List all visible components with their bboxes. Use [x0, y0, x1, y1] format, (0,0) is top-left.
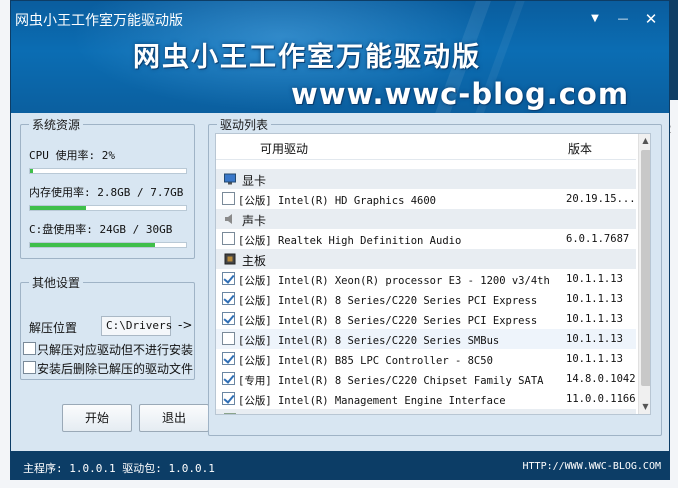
category-row-board[interactable]: 主板 — [216, 249, 636, 269]
driver-list-scrollbar[interactable]: ▲ ▼ — [638, 134, 650, 414]
driver-name: [公版] Intel(R) HD Graphics 4600 — [238, 195, 437, 207]
banner: 网虫小王工作室万能驱动版 ▼ — ✕ 网虫小王工作室万能驱动版 www.wwc-… — [11, 1, 669, 113]
driver-checkbox[interactable] — [222, 292, 235, 305]
speaker-icon — [225, 214, 232, 224]
scrollbar-thumb[interactable] — [641, 150, 650, 386]
driver-checkbox[interactable] — [222, 392, 235, 405]
menu-dropdown-button[interactable]: ▼ — [585, 9, 605, 29]
driver-version: 11.0.0.1166 — [566, 393, 636, 405]
driver-version: 10.1.1.13 — [566, 293, 623, 305]
driver-version: 14.8.0.1042 — [566, 373, 636, 385]
driver-version: 10.1.1.13 — [566, 313, 623, 325]
driver-checkbox[interactable] — [222, 312, 235, 325]
driver-list-group: 驱动列表 可用驱动 版本 显卡 [公版] Intel(R) HD Graphic… — [208, 116, 662, 436]
category-label: 声卡 — [242, 214, 267, 228]
driver-version: 20.19.15.... — [566, 193, 642, 205]
driver-checkbox[interactable] — [222, 372, 235, 385]
delete-after-install-checkbox[interactable] — [23, 361, 36, 374]
driver-name: [公版] Intel(R) Management Engine Interfac… — [238, 395, 506, 407]
disk-usage-fill — [30, 243, 155, 247]
disk-usage-bar — [29, 242, 187, 248]
cpu-usage-fill — [30, 169, 34, 173]
disk-usage-label: C:盘使用率: 24GB / 30GB — [29, 223, 173, 236]
column-header-driver[interactable]: 可用驱动 — [260, 140, 308, 157]
browse-path-button[interactable]: -> — [178, 318, 192, 332]
cpu-usage-bar — [29, 168, 187, 174]
driver-row[interactable]: [公版] Intel(R) 8 Series/C220 Series PCI E… — [216, 289, 636, 309]
scroll-down-arrow-icon[interactable]: ▼ — [639, 400, 650, 414]
driver-row[interactable]: [专用] Intel(R) 8 Series/C220 Chipset Fami… — [216, 369, 636, 389]
banner-title: 网虫小王工作室万能驱动版 — [133, 42, 481, 73]
status-bar: 主程序: 1.0.0.1 驱动包: 1.0.0.1 HTTP://WWW.WWC… — [11, 451, 669, 479]
driver-version: 10.1.1.13 — [566, 353, 623, 365]
driver-row[interactable]: [公版] Intel(R) HD Graphics 4600 20.19.15.… — [216, 189, 642, 209]
close-button[interactable]: ✕ — [641, 9, 661, 29]
driver-checkbox[interactable] — [222, 272, 235, 285]
driver-checkbox[interactable] — [222, 352, 235, 365]
driver-row[interactable]: [公版] Realtek High Definition Audio 6.0.1… — [216, 229, 636, 249]
website-link[interactable]: HTTP://WWW.WWC-BLOG.COM — [523, 461, 661, 472]
extract-location-label: 解压位置 — [29, 321, 78, 335]
driver-list-title: 驱动列表 — [217, 116, 272, 133]
scroll-up-arrow-icon[interactable]: ▲ — [639, 134, 650, 148]
driver-name: [公版] Intel(R) 8 Series/C220 Series PCI E… — [238, 315, 538, 327]
driver-name: [公版] Intel(R) 8 Series/C220 Series SMBus — [238, 335, 500, 347]
category-label: 显卡 — [242, 174, 267, 188]
delete-after-install-label[interactable]: 安装后删除已解压的驱动文件 — [37, 360, 193, 377]
extract-only-label[interactable]: 只解压对应驱动但不进行安装 — [37, 341, 193, 358]
category-label: 主板 — [242, 254, 267, 268]
driver-row[interactable]: [公版] Intel(R) Management Engine Interfac… — [216, 389, 636, 409]
main-body: 系统资源 CPU 使用率: 2% 内存使用率: 2.8GB / 7.7GB C:… — [11, 113, 669, 451]
driver-list: 可用驱动 版本 显卡 [公版] Intel(R) HD Graphics 460… — [215, 133, 651, 415]
banner-url: www.wwc-blog.com — [291, 77, 630, 111]
window-title: 网虫小王工作室万能驱动版 — [15, 13, 183, 29]
memory-usage-bar — [29, 205, 187, 211]
network-icon — [224, 413, 236, 414]
driver-name: [公版] Intel(R) B85 LPC Controller - 8C50 — [238, 355, 493, 367]
other-settings-title: 其他设置 — [29, 274, 84, 291]
driver-checkbox[interactable] — [222, 232, 235, 245]
driver-row[interactable]: [公版] Intel(R) 8 Series/C220 Series PCI E… — [216, 309, 636, 329]
monitor-icon — [224, 173, 236, 185]
minimize-button[interactable]: — — [613, 9, 633, 29]
start-button[interactable]: 开始 — [62, 404, 132, 432]
driver-row[interactable]: [公版] Intel(R) Xeon(R) processor E3 - 120… — [216, 269, 636, 289]
driver-name: [公版] Intel(R) Xeon(R) processor E3 - 120… — [238, 275, 550, 287]
driver-version: 10.1.1.13 — [566, 273, 623, 285]
driver-list-header: 可用驱动 版本 — [216, 134, 636, 160]
driver-version: 6.0.1.7687 — [566, 233, 630, 245]
category-row-sound[interactable]: 声卡 — [216, 209, 636, 229]
extract-path-input[interactable]: C:\Drivers — [101, 316, 172, 336]
driver-checkbox[interactable] — [222, 192, 235, 205]
driver-row[interactable]: [公版] Intel(R) B85 LPC Controller - 8C50 … — [216, 349, 636, 369]
other-settings-group: 其他设置 解压位置 C:\Drivers -> 只解压对应驱动但不进行安装 安装… — [20, 274, 195, 380]
category-row-display[interactable]: 显卡 — [216, 169, 636, 189]
driver-installer-window: 网虫小王工作室万能驱动版 ▼ — ✕ 网虫小王工作室万能驱动版 www.wwc-… — [10, 0, 670, 480]
driver-name: [专用] Intel(R) 8 Series/C220 Chipset Fami… — [238, 375, 544, 387]
exit-button[interactable]: 退出 — [139, 404, 209, 432]
version-info: 主程序: 1.0.0.1 驱动包: 1.0.0.1 — [23, 462, 215, 475]
driver-version: 10.1.1.13 — [566, 333, 623, 345]
cpu-usage-label: CPU 使用率: 2% — [29, 149, 115, 162]
memory-usage-fill — [30, 206, 87, 210]
extract-only-checkbox[interactable] — [23, 342, 36, 355]
system-resources-group: 系统资源 CPU 使用率: 2% 内存使用率: 2.8GB / 7.7GB C:… — [20, 116, 195, 259]
chip-icon — [224, 253, 236, 265]
driver-name: [公版] Realtek High Definition Audio — [238, 235, 462, 247]
driver-row[interactable]: [公版] Intel(R) 8 Series/C220 Series SMBus… — [216, 329, 636, 349]
system-resources-title: 系统资源 — [29, 116, 84, 133]
memory-usage-label: 内存使用率: 2.8GB / 7.7GB — [29, 186, 184, 199]
category-label: 网卡 — [242, 412, 266, 414]
driver-checkbox[interactable] — [222, 332, 235, 345]
driver-name: [公版] Intel(R) 8 Series/C220 Series PCI E… — [238, 295, 538, 307]
category-row-network[interactable]: 网卡 — [216, 409, 636, 414]
column-header-version[interactable]: 版本 — [568, 140, 592, 157]
